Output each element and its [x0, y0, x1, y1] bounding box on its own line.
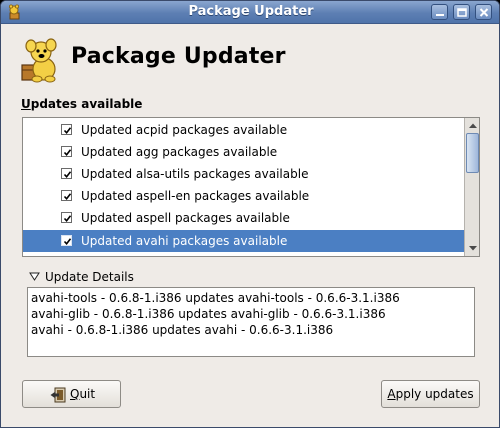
- update-label: Updated agg packages available: [81, 145, 278, 159]
- title-bar[interactable]: Package Updater: [1, 1, 499, 24]
- apply-updates-button[interactable]: Apply updates: [381, 380, 480, 408]
- update-row-avahi[interactable]: Updated avahi packages available: [23, 230, 464, 252]
- update-row-aspell-en[interactable]: Updated aspell-en packages available: [23, 185, 464, 207]
- update-checkbox[interactable]: [61, 190, 72, 201]
- quit-label: Quit: [70, 387, 95, 401]
- update-row-aspell[interactable]: Updated aspell packages available: [23, 207, 464, 229]
- minimize-icon: [436, 14, 444, 16]
- package-dog-icon: [21, 38, 57, 83]
- close-button[interactable]: [475, 4, 492, 20]
- update-checkbox[interactable]: [61, 124, 72, 135]
- update-row-alsa-utils[interactable]: Updated alsa-utils packages available: [23, 163, 464, 185]
- scroll-up-button[interactable]: [466, 119, 479, 133]
- checkmark-icon: [63, 149, 72, 157]
- quit-button[interactable]: Quit: [22, 380, 121, 408]
- update-checkbox[interactable]: [61, 168, 72, 179]
- close-icon: [479, 8, 489, 17]
- checkmark-icon: [63, 127, 72, 135]
- maximize-button[interactable]: [453, 4, 470, 20]
- page-title: Package Updater: [71, 44, 286, 69]
- details-line: avahi-glib - 0.6.8-1.i386 updates avahi-…: [31, 307, 386, 321]
- updates-label-rest: pdates available: [30, 97, 143, 111]
- checkmark-icon: [63, 215, 72, 223]
- updates-list[interactable]: Updated acpid packages available Updated…: [22, 117, 480, 257]
- update-details-expander[interactable]: Update Details: [29, 269, 149, 285]
- details-line: avahi-tools - 0.6.8-1.i386 updates avahi…: [31, 291, 400, 305]
- update-label: Updated aspell packages available: [81, 211, 290, 225]
- update-details-label: Update Details: [45, 270, 134, 284]
- window-title: Package Updater: [188, 4, 314, 19]
- scroll-down-button[interactable]: [466, 241, 479, 255]
- maximize-icon: [457, 8, 467, 17]
- update-details-text[interactable]: avahi-tools - 0.6.8-1.i386 updates avahi…: [27, 287, 475, 357]
- updates-section-label: Updates available: [21, 97, 142, 111]
- update-label: Updated avahi packages available: [81, 234, 288, 248]
- update-checkbox[interactable]: [61, 212, 72, 223]
- update-row-acpid[interactable]: Updated acpid packages available: [23, 119, 464, 141]
- minimize-button[interactable]: [431, 4, 448, 20]
- package-updater-window: Package Updater Package Updater Updates …: [0, 0, 500, 428]
- checkmark-icon: [63, 193, 72, 201]
- quit-icon: [50, 387, 66, 403]
- expander-triangle-icon: [29, 272, 40, 281]
- arrow-down-icon: [469, 246, 477, 251]
- updates-label-mnemonic: U: [21, 97, 31, 111]
- update-row-agg[interactable]: Updated agg packages available: [23, 141, 464, 163]
- apply-updates-label: Apply updates: [382, 387, 479, 401]
- quit-label-rest: uit: [79, 387, 96, 401]
- update-checkbox[interactable]: [61, 235, 72, 246]
- checkmark-icon: [63, 238, 72, 246]
- apply-mnemonic: A: [387, 387, 396, 401]
- apply-label-rest: pply updates: [395, 387, 474, 401]
- arrow-up-icon: [469, 123, 477, 128]
- update-label: Updated aspell-en packages available: [81, 189, 310, 203]
- update-label: Updated alsa-utils packages available: [81, 167, 309, 181]
- updates-scrollbar[interactable]: [464, 118, 479, 256]
- update-checkbox[interactable]: [61, 146, 72, 157]
- scrollbar-thumb[interactable]: [466, 133, 479, 173]
- update-label: Updated acpid packages available: [81, 123, 288, 137]
- checkmark-icon: [63, 171, 72, 179]
- details-line: avahi - 0.6.8-1.i386 updates avahi - 0.6…: [31, 323, 334, 337]
